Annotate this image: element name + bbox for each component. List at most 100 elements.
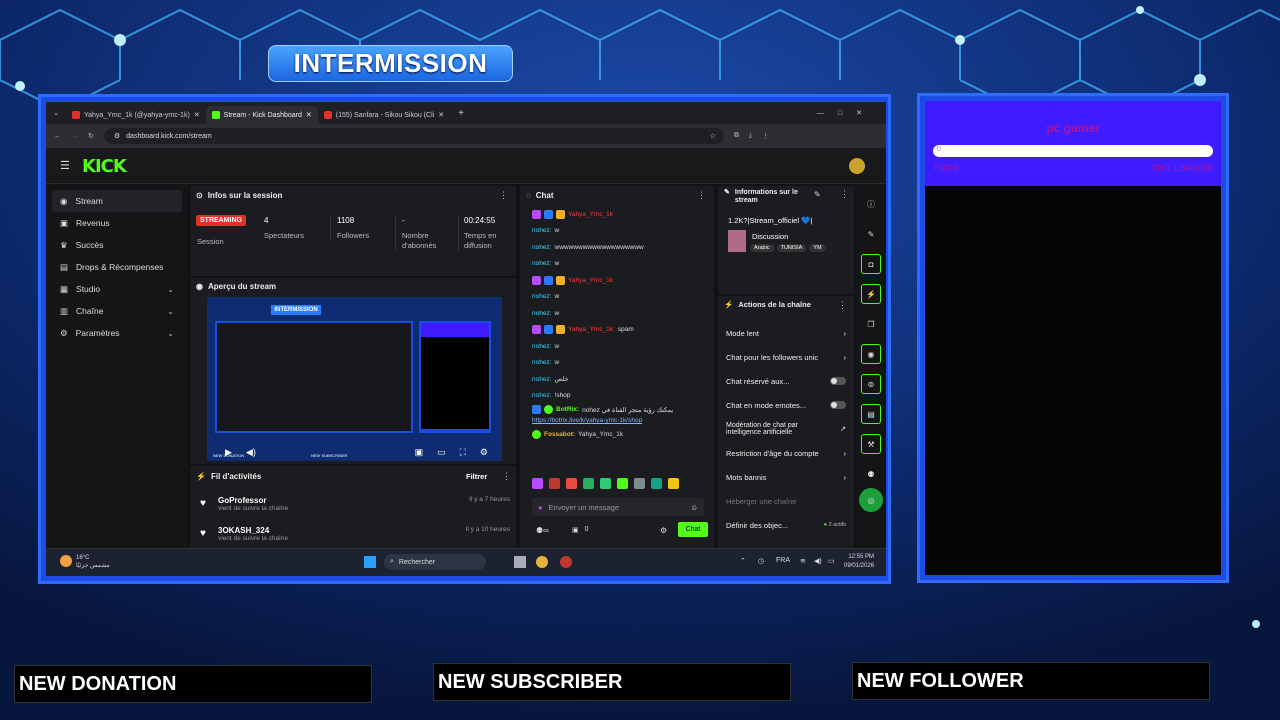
message-icon[interactable]: ◉ — [861, 344, 881, 364]
sidebar-item-studio[interactable]: ▦ Studio ⌄ — [46, 278, 188, 300]
sidebar-item-succes[interactable]: ♛ Succès — [46, 234, 188, 256]
screen-icon[interactable]: ▤ — [861, 404, 881, 424]
obs-icon[interactable] — [560, 556, 572, 568]
volume-icon[interactable]: ◀) — [814, 557, 822, 565]
toggle-switch[interactable] — [830, 401, 846, 409]
chat-username[interactable]: nohez: — [532, 343, 552, 350]
broadcast-icon[interactable]: ⊚ — [861, 374, 881, 394]
more-icon[interactable]: ⋮ — [499, 190, 508, 201]
users-icon[interactable]: ⚉∞ — [536, 526, 549, 535]
chat-username[interactable]: nohez: — [532, 293, 552, 300]
clip-icon[interactable]: ◘ — [861, 254, 881, 274]
tag[interactable]: YM — [809, 244, 826, 252]
green-status-icon[interactable]: ◎ — [859, 488, 883, 512]
action-goals[interactable]: Définir des objec... ● 2 actifs — [720, 513, 852, 537]
wifi-icon[interactable]: ≋ — [800, 557, 806, 565]
chat-username[interactable]: Yahya_Ymc_1k: — [568, 326, 615, 333]
action-emote-mode[interactable]: Chat en mode emotes... — [720, 393, 852, 417]
chat-send-button[interactable]: Chat — [678, 522, 708, 537]
emote-icon[interactable] — [532, 478, 543, 489]
volume-icon[interactable]: ◀) — [246, 447, 256, 458]
info-icon[interactable]: ⓘ — [861, 194, 881, 214]
action-slow-mode[interactable]: Mode lent › — [720, 321, 852, 345]
more-icon[interactable]: ⋮ — [838, 300, 847, 311]
back-icon[interactable]: ← — [54, 133, 61, 140]
fullscreen-icon[interactable]: ⛶ — [460, 447, 466, 458]
avatar[interactable] — [849, 158, 865, 174]
sidebar-item-chaine[interactable]: ▥ Chaîne ⌄ — [46, 300, 188, 322]
emote-icon[interactable] — [600, 478, 611, 489]
window-controls[interactable]: —□✕ — [817, 109, 876, 117]
reload-icon[interactable]: ↻ — [88, 132, 94, 140]
flash-icon[interactable]: ⚡ — [861, 284, 881, 304]
emote-icon[interactable] — [617, 478, 628, 489]
emote-icon[interactable] — [651, 478, 662, 489]
tag[interactable]: Arabic — [750, 244, 774, 252]
chat-input[interactable]: ● Envoyer un message ☺ — [532, 498, 704, 516]
toggle-switch[interactable] — [830, 377, 846, 385]
wrench-icon[interactable]: ⚒ — [861, 434, 881, 454]
chat-username[interactable]: nohez: — [532, 359, 552, 366]
chat-username[interactable]: nohez: — [532, 227, 552, 234]
chat-username[interactable]: Yahya_Ymc_1k — [568, 211, 613, 218]
hamburger-icon[interactable]: ☰ — [60, 159, 70, 172]
action-host-channel[interactable]: Héberger une chaîne — [720, 489, 852, 513]
emote-icon[interactable] — [634, 478, 645, 489]
battery-icon[interactable]: ◷ — [758, 557, 764, 565]
action-age-restriction[interactable]: Restriction d'âge du compte › — [720, 441, 852, 465]
emote-icon[interactable] — [549, 478, 560, 489]
sidebar-item-parametres[interactable]: ⚙ Paramètres ⌄ — [46, 322, 188, 344]
chat-username[interactable]: nohez: — [532, 310, 552, 317]
settings-icon[interactable]: ⚙ — [480, 447, 488, 458]
taskbar-search[interactable]: ⌕ Rechercher — [384, 554, 486, 570]
tray-chevron-icon[interactable]: ⌃ — [740, 557, 746, 565]
share-icon[interactable]: ⚉ — [861, 464, 881, 484]
chat-username[interactable]: nohez: — [532, 376, 552, 383]
close-icon[interactable]: ✕ — [194, 111, 200, 119]
action-ai-moderation[interactable]: Modération de chat par intelligence arti… — [720, 417, 852, 441]
theater-icon[interactable]: ▭ — [437, 447, 446, 458]
stream-preview-video[interactable]: INTERMISSION NEW DONATION NEW SUBSCRIBER… — [207, 297, 502, 461]
action-banned-words[interactable]: Mots bannis › — [720, 465, 852, 489]
chrome-icon[interactable] — [536, 556, 548, 568]
chat-username[interactable]: nohez: — [532, 260, 552, 267]
chat-username[interactable]: Fossabot: — [544, 431, 575, 438]
menu-icon[interactable]: ⋮ — [762, 132, 769, 140]
browser-tab[interactable]: Yahya_Ymc_1k (@yahya-ymc-1k) ✕ — [66, 106, 206, 124]
more-icon[interactable]: ⋮ — [840, 189, 849, 200]
edit-icon[interactable]: ✎ — [814, 190, 821, 199]
filter-button[interactable]: Filtrer — [466, 472, 487, 481]
chat-username[interactable]: nohez: — [532, 244, 552, 251]
settings-icon[interactable]: ⚙ — [660, 526, 667, 535]
kick-logo[interactable]: KICK — [82, 156, 127, 177]
language-indicator[interactable]: FRA — [776, 557, 790, 564]
copy-icon[interactable]: ❐ — [861, 314, 881, 334]
chat-username[interactable]: Yahya_Ymc_1k — [568, 277, 613, 284]
forward-icon[interactable]: → — [71, 133, 78, 140]
tab-search-icon[interactable]: ⌄ — [46, 109, 66, 117]
pip-icon[interactable]: ▣ — [415, 447, 424, 458]
emoji-icon[interactable]: ☺ — [690, 503, 698, 512]
new-tab-button[interactable]: + — [458, 108, 464, 119]
download-icon[interactable]: ⤓ — [749, 132, 752, 140]
more-icon[interactable]: ⋮ — [502, 471, 511, 482]
sidebar-item-drops[interactable]: ▤ Drops & Récompenses — [46, 256, 188, 278]
sidebar-item-stream[interactable]: ◉ Stream — [52, 190, 182, 212]
play-icon[interactable]: ▶ — [225, 447, 232, 458]
pencil-icon[interactable]: ✎ — [861, 224, 881, 244]
weather-widget[interactable]: 16°C مشمس جزئيًا — [76, 554, 110, 570]
taskbar-clock[interactable]: 12:55 PM 09/01/2026 — [844, 553, 874, 571]
tag[interactable]: TUNISIA — [776, 244, 807, 252]
star-icon[interactable]: ☆ — [710, 132, 716, 140]
close-icon[interactable]: ✕ — [306, 111, 312, 119]
more-icon[interactable]: ⋮ — [697, 190, 706, 201]
battery-level-icon[interactable]: ▭ — [828, 557, 835, 565]
close-icon[interactable]: ✕ — [438, 111, 444, 119]
taskview-icon[interactable] — [514, 556, 526, 568]
sidebar-item-revenus[interactable]: ▣ Revenus — [46, 212, 188, 234]
emote-icon[interactable] — [668, 478, 679, 489]
url-input[interactable]: ⚙ dashboard.kick.com/stream ☆ — [103, 128, 724, 144]
browser-tab-active[interactable]: Stream - Kick Dashboard ✕ — [205, 106, 318, 124]
emote-icon[interactable] — [583, 478, 594, 489]
chat-username[interactable]: nohez: — [532, 392, 552, 399]
